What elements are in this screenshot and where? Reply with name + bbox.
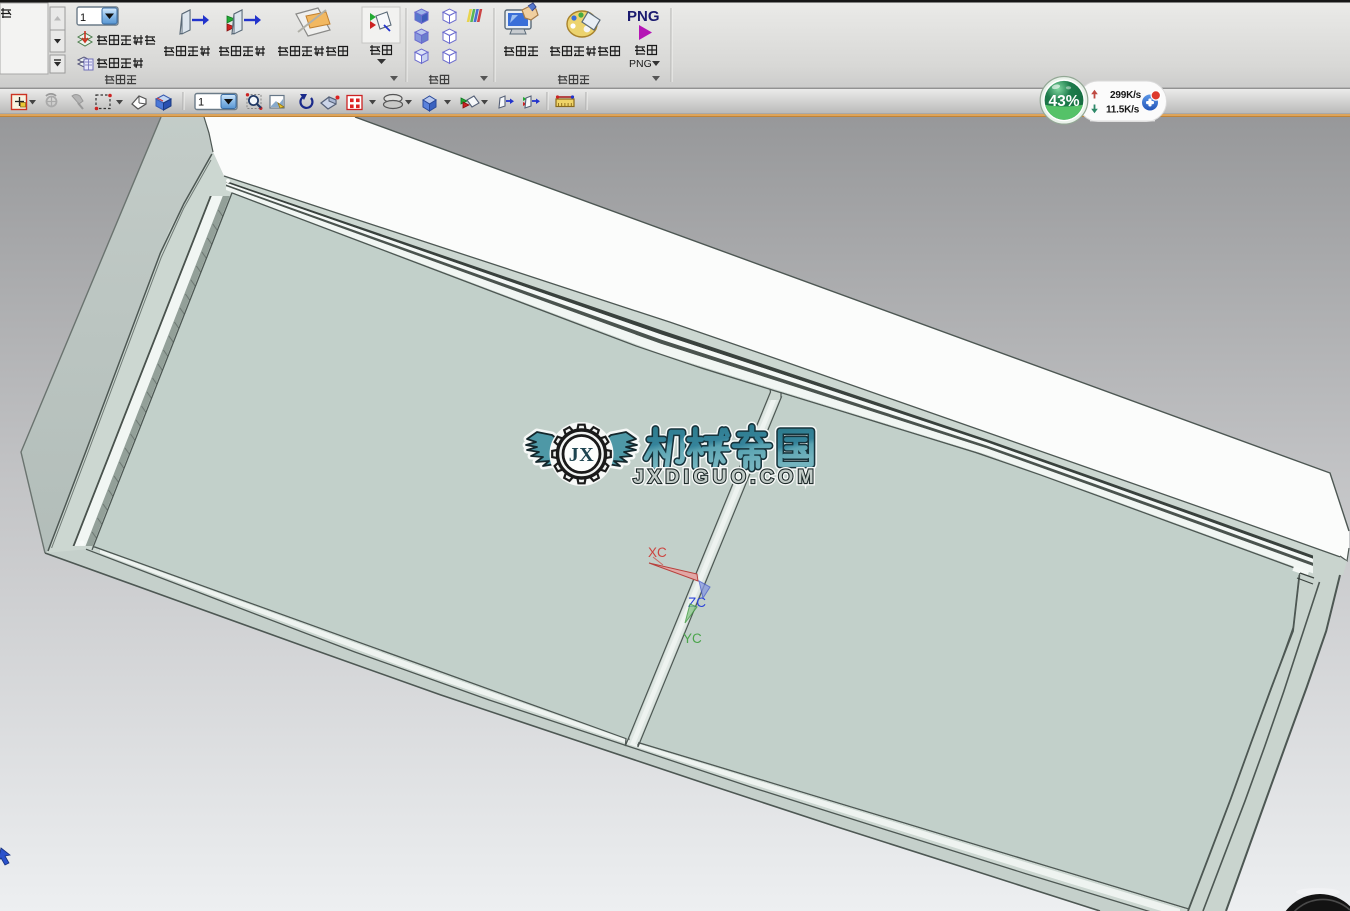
svg-text:PNG: PNG [627,8,660,25]
svg-text:XC: XC [648,545,667,560]
svg-text:299K/s: 299K/s [1110,90,1142,101]
svg-text:11.5K/s: 11.5K/s [1106,105,1140,116]
svg-text:1: 1 [80,12,86,24]
svg-text:PNG: PNG [629,58,652,70]
svg-text:1: 1 [198,97,204,109]
svg-text:YC: YC [683,631,702,646]
svg-text:43%: 43% [1048,93,1079,110]
svg-text:JXDIGUO.COM: JXDIGUO.COM [633,466,815,488]
svg-text:JX: JX [569,444,595,466]
